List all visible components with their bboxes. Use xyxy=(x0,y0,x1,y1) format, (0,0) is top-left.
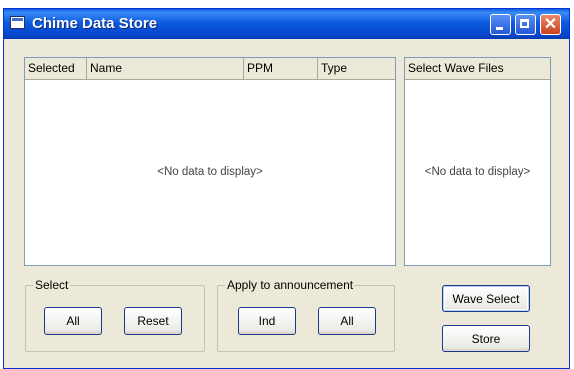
wave-select-button[interactable]: Wave Select xyxy=(442,285,530,312)
select-all-button[interactable]: All xyxy=(44,307,102,335)
title-bar[interactable]: Chime Data Store ✕ xyxy=(4,9,569,39)
close-icon: ✕ xyxy=(543,16,558,33)
chime-data-store-window: Chime Data Store ✕ Selected Name PPM Typ… xyxy=(3,8,570,369)
empty-wave-grid-message: <No data to display> xyxy=(424,166,531,178)
store-button[interactable]: Store xyxy=(442,325,530,352)
select-group: Select All Reset xyxy=(25,278,205,352)
reset-button[interactable]: Reset xyxy=(124,307,182,335)
minimize-button[interactable] xyxy=(490,14,511,35)
apply-all-button[interactable]: All xyxy=(318,307,376,335)
window-app-icon xyxy=(10,16,25,29)
wave-grid-header: Select Wave Files xyxy=(405,58,550,80)
ind-button[interactable]: Ind xyxy=(238,307,296,335)
close-button[interactable]: ✕ xyxy=(540,14,561,35)
column-header-select-wave-files[interactable]: Select Wave Files xyxy=(405,58,550,79)
empty-grid-message: <No data to display> xyxy=(157,166,263,178)
column-header-selected[interactable]: Selected xyxy=(25,58,87,79)
chime-data-grid[interactable]: Selected Name PPM Type <No data to displ… xyxy=(24,57,396,266)
wave-files-grid[interactable]: Select Wave Files <No data to display> xyxy=(404,57,551,266)
grid-header: Selected Name PPM Type xyxy=(25,58,395,80)
column-header-type[interactable]: Type xyxy=(318,58,395,79)
maximize-icon xyxy=(520,19,529,28)
column-header-name[interactable]: Name xyxy=(87,58,244,79)
apply-to-announcement-group: Apply to announcement Ind All xyxy=(217,278,395,352)
minimize-icon xyxy=(496,27,503,30)
column-header-ppm[interactable]: PPM xyxy=(244,58,318,79)
select-group-label: Select xyxy=(33,278,71,292)
maximize-button[interactable] xyxy=(515,14,536,35)
window-title: Chime Data Store xyxy=(32,15,158,32)
apply-group-label: Apply to announcement xyxy=(225,278,356,292)
